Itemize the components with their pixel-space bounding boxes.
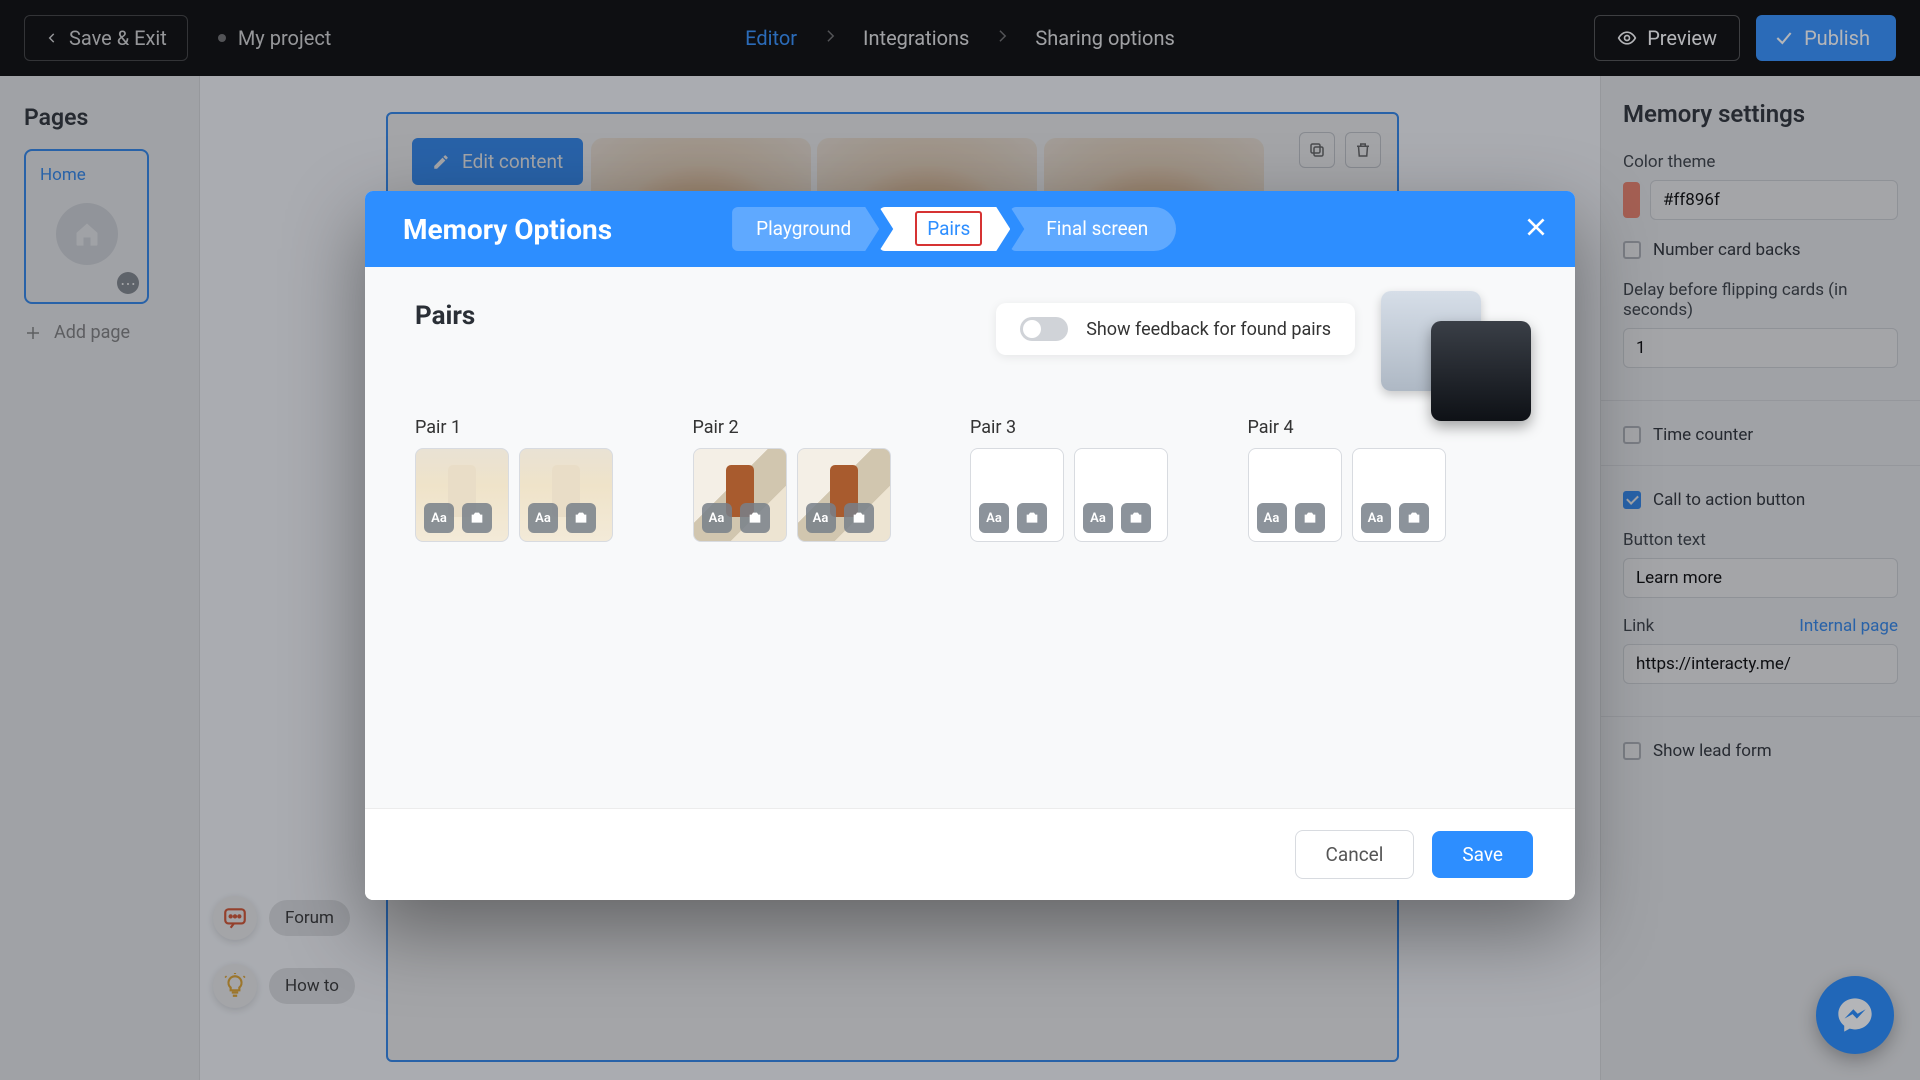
preview-thumb-front bbox=[1431, 321, 1531, 421]
pair-card-slot[interactable]: Aa bbox=[693, 448, 787, 542]
pair-card-slot[interactable]: Aa bbox=[1352, 448, 1446, 542]
pair-card-slot[interactable]: Aa bbox=[519, 448, 613, 542]
preview-thumbnails bbox=[1381, 291, 1531, 421]
modal-close-button[interactable] bbox=[1523, 214, 1549, 244]
pair-card-slot[interactable]: Aa bbox=[797, 448, 891, 542]
pair-label: Pair 1 bbox=[415, 417, 633, 438]
pair-column: Pair 1 Aa Aa bbox=[415, 417, 633, 542]
save-button[interactable]: Save bbox=[1432, 831, 1533, 878]
tab-playground[interactable]: Playground bbox=[732, 207, 879, 251]
feedback-switch[interactable] bbox=[1020, 317, 1068, 341]
tab-pairs[interactable]: Pairs bbox=[879, 207, 1010, 251]
card-text-button[interactable]: Aa bbox=[1083, 503, 1113, 533]
card-image-button[interactable] bbox=[1121, 503, 1151, 533]
card-image-button[interactable] bbox=[740, 503, 770, 533]
card-text-button[interactable]: Aa bbox=[1361, 503, 1391, 533]
card-image-button[interactable] bbox=[1295, 503, 1325, 533]
pairs-grid: Pair 1 Aa Aa bbox=[415, 417, 1465, 542]
pair-card-slot[interactable]: Aa bbox=[1248, 448, 1342, 542]
pair-column: Pair 4 Aa Aa bbox=[1248, 417, 1466, 542]
modal-tabs: Playground Pairs Final screen bbox=[732, 207, 1176, 251]
card-text-button[interactable]: Aa bbox=[528, 503, 558, 533]
modal-header: Memory Options Playground Pairs Final sc… bbox=[365, 191, 1575, 267]
section-title: Pairs bbox=[415, 301, 1525, 331]
pair-column: Pair 3 Aa Aa bbox=[970, 417, 1188, 542]
card-text-button[interactable]: Aa bbox=[806, 503, 836, 533]
pair-card-slot[interactable]: Aa bbox=[1074, 448, 1168, 542]
camera-icon bbox=[1302, 510, 1318, 526]
close-icon bbox=[1523, 214, 1549, 240]
modal-body: Pairs Show feedback for found pairs Pair… bbox=[365, 267, 1575, 808]
pair-card-slot[interactable]: Aa bbox=[415, 448, 509, 542]
card-text-button[interactable]: Aa bbox=[424, 503, 454, 533]
camera-icon bbox=[1024, 510, 1040, 526]
feedback-label: Show feedback for found pairs bbox=[1086, 319, 1331, 340]
card-image-button[interactable] bbox=[1017, 503, 1047, 533]
card-image-button[interactable] bbox=[462, 503, 492, 533]
pair-label: Pair 3 bbox=[970, 417, 1188, 438]
pair-column: Pair 2 Aa Aa bbox=[693, 417, 911, 542]
camera-icon bbox=[573, 510, 589, 526]
card-image-button[interactable] bbox=[566, 503, 596, 533]
pair-label: Pair 2 bbox=[693, 417, 911, 438]
memory-options-modal: Memory Options Playground Pairs Final sc… bbox=[365, 191, 1575, 900]
camera-icon bbox=[1406, 510, 1422, 526]
tab-final-screen[interactable]: Final screen bbox=[1010, 207, 1176, 251]
modal-footer: Cancel Save bbox=[365, 808, 1575, 900]
card-image-button[interactable] bbox=[844, 503, 874, 533]
card-text-button[interactable]: Aa bbox=[702, 503, 732, 533]
cancel-button[interactable]: Cancel bbox=[1295, 830, 1415, 879]
card-text-button[interactable]: Aa bbox=[979, 503, 1009, 533]
pair-card-slot[interactable]: Aa bbox=[970, 448, 1064, 542]
card-text-button[interactable]: Aa bbox=[1257, 503, 1287, 533]
camera-icon bbox=[1128, 510, 1144, 526]
feedback-toggle-row: Show feedback for found pairs bbox=[996, 303, 1355, 355]
camera-icon bbox=[469, 510, 485, 526]
modal-title: Memory Options bbox=[403, 213, 612, 246]
card-image-button[interactable] bbox=[1399, 503, 1429, 533]
camera-icon bbox=[851, 510, 867, 526]
camera-icon bbox=[747, 510, 763, 526]
